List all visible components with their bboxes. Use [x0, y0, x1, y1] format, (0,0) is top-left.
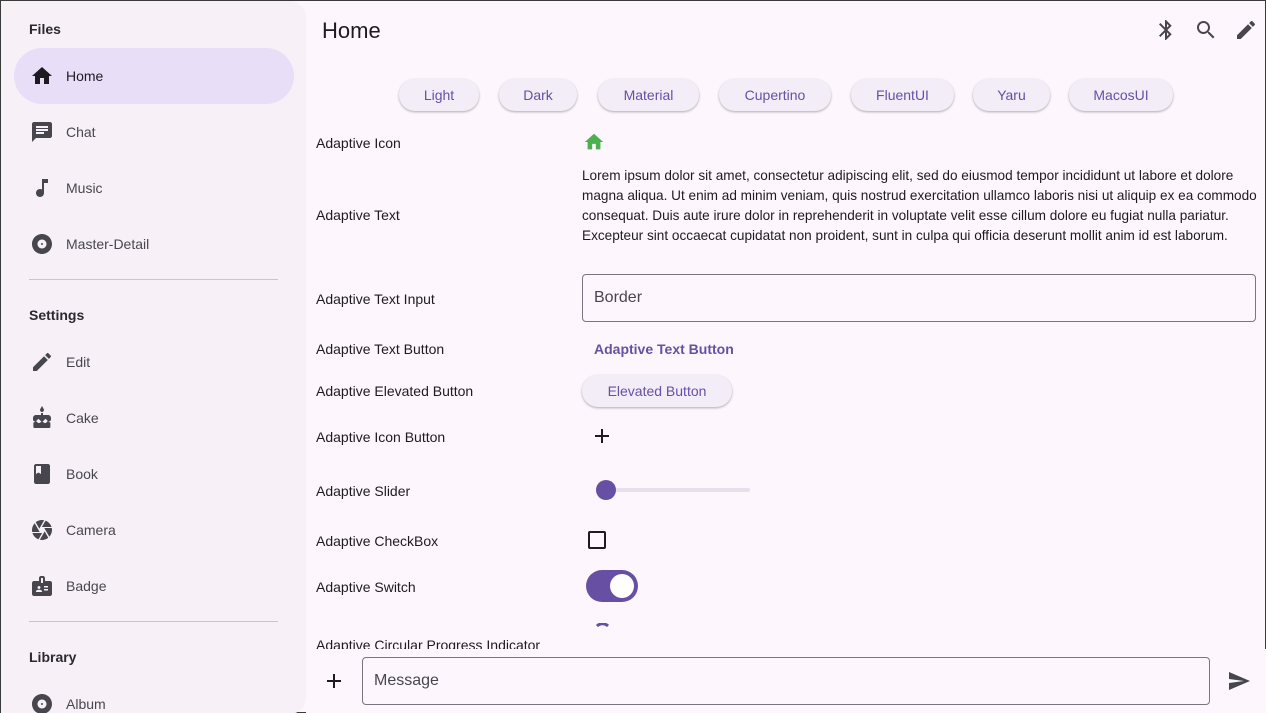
adaptive-text-input-label: Adaptive Text Input: [316, 291, 435, 307]
music-note-icon: [30, 176, 54, 200]
badge-icon: [30, 574, 54, 598]
slider-track[interactable]: [596, 488, 750, 492]
sidebar-item-label: Cake: [66, 410, 99, 426]
theme-chip-fluentui[interactable]: FluentUI: [851, 79, 954, 111]
album-icon: [30, 692, 54, 713]
adaptive-slider-label: Adaptive Slider: [316, 483, 411, 499]
sidebar-item-book[interactable]: Book: [14, 446, 294, 502]
adaptive-icon-button-label: Adaptive Icon Button: [316, 429, 446, 445]
home-icon: [583, 131, 605, 153]
sidebar-item-label: Album: [66, 696, 106, 712]
theme-chip-cupertino[interactable]: Cupertino: [719, 79, 831, 111]
adaptive-checkbox-label: Adaptive CheckBox: [316, 533, 439, 549]
sidebar-item-music[interactable]: Music: [14, 160, 294, 216]
theme-chip-dark[interactable]: Dark: [499, 79, 577, 111]
theme-chip-material[interactable]: Material: [598, 79, 699, 111]
cake-icon: [30, 406, 54, 430]
book-icon: [30, 462, 54, 486]
adaptive-text-input[interactable]: [582, 274, 1256, 322]
pencil-icon: [30, 350, 54, 374]
sidebar-item-label: Edit: [66, 354, 91, 370]
chat-icon: [30, 120, 54, 144]
divider: [29, 279, 278, 280]
sidebar: Files Home Chat Music Master-Detail Sett…: [1, 1, 306, 713]
theme-chip-yaru[interactable]: Yaru: [973, 79, 1050, 111]
camera-aperture-icon: [30, 518, 54, 542]
sidebar-item-chat[interactable]: Chat: [14, 104, 294, 160]
add-icon[interactable]: [590, 424, 614, 448]
search-icon[interactable]: [1194, 18, 1218, 42]
switch-knob: [610, 574, 634, 598]
adaptive-icon-label: Adaptive Icon: [316, 135, 401, 151]
adaptive-checkbox[interactable]: [588, 531, 606, 549]
theme-chip-light[interactable]: Light: [399, 79, 479, 111]
adaptive-elevated-button-label: Adaptive Elevated Button: [316, 383, 474, 399]
sidebar-item-label: Home: [66, 68, 104, 84]
sidebar-item-album[interactable]: Album: [14, 676, 294, 713]
circular-progress-indicator: [595, 623, 610, 628]
edit-icon[interactable]: [1234, 18, 1258, 42]
sidebar-item-edit[interactable]: Edit: [14, 334, 294, 390]
divider: [29, 621, 278, 622]
section-title-library: Library: [29, 649, 77, 665]
section-title-settings: Settings: [29, 307, 85, 323]
page-title: Home: [322, 18, 381, 43]
sidebar-item-label: Master-Detail: [66, 236, 150, 252]
sidebar-item-camera[interactable]: Camera: [14, 502, 294, 558]
sidebar-item-label: Badge: [66, 578, 107, 594]
adaptive-switch-label: Adaptive Switch: [316, 579, 416, 595]
sidebar-item-cake[interactable]: Cake: [14, 390, 294, 446]
elevated-button[interactable]: Elevated Button: [582, 375, 732, 407]
disc-icon: [30, 232, 54, 256]
adaptive-switch[interactable]: [586, 570, 638, 602]
adaptive-text-button[interactable]: Adaptive Text Button: [594, 341, 734, 357]
sidebar-item-home[interactable]: Home: [14, 48, 294, 104]
theme-chip-macosui[interactable]: MacosUI: [1069, 79, 1173, 111]
adaptive-text-body: Lorem ipsum dolor sit amet, consectetur …: [582, 168, 1257, 243]
sidebar-item-label: Book: [66, 466, 98, 482]
home-icon: [30, 64, 54, 88]
sidebar-item-master-detail[interactable]: Master-Detail: [14, 216, 294, 272]
slider-thumb[interactable]: [596, 480, 616, 500]
adaptive-text-label: Adaptive Text: [316, 207, 400, 223]
message-input[interactable]: [362, 657, 1210, 705]
bluetooth-icon[interactable]: [1154, 18, 1178, 42]
sidebar-item-label: Camera: [66, 522, 116, 538]
attach-add-icon[interactable]: [322, 669, 346, 693]
sidebar-item-badge[interactable]: Badge: [14, 558, 294, 614]
adaptive-text-button-label: Adaptive Text Button: [316, 341, 445, 357]
section-title-files: Files: [29, 21, 61, 37]
sidebar-item-label: Music: [66, 180, 103, 196]
send-icon[interactable]: [1227, 669, 1251, 693]
sidebar-item-label: Chat: [66, 124, 96, 140]
